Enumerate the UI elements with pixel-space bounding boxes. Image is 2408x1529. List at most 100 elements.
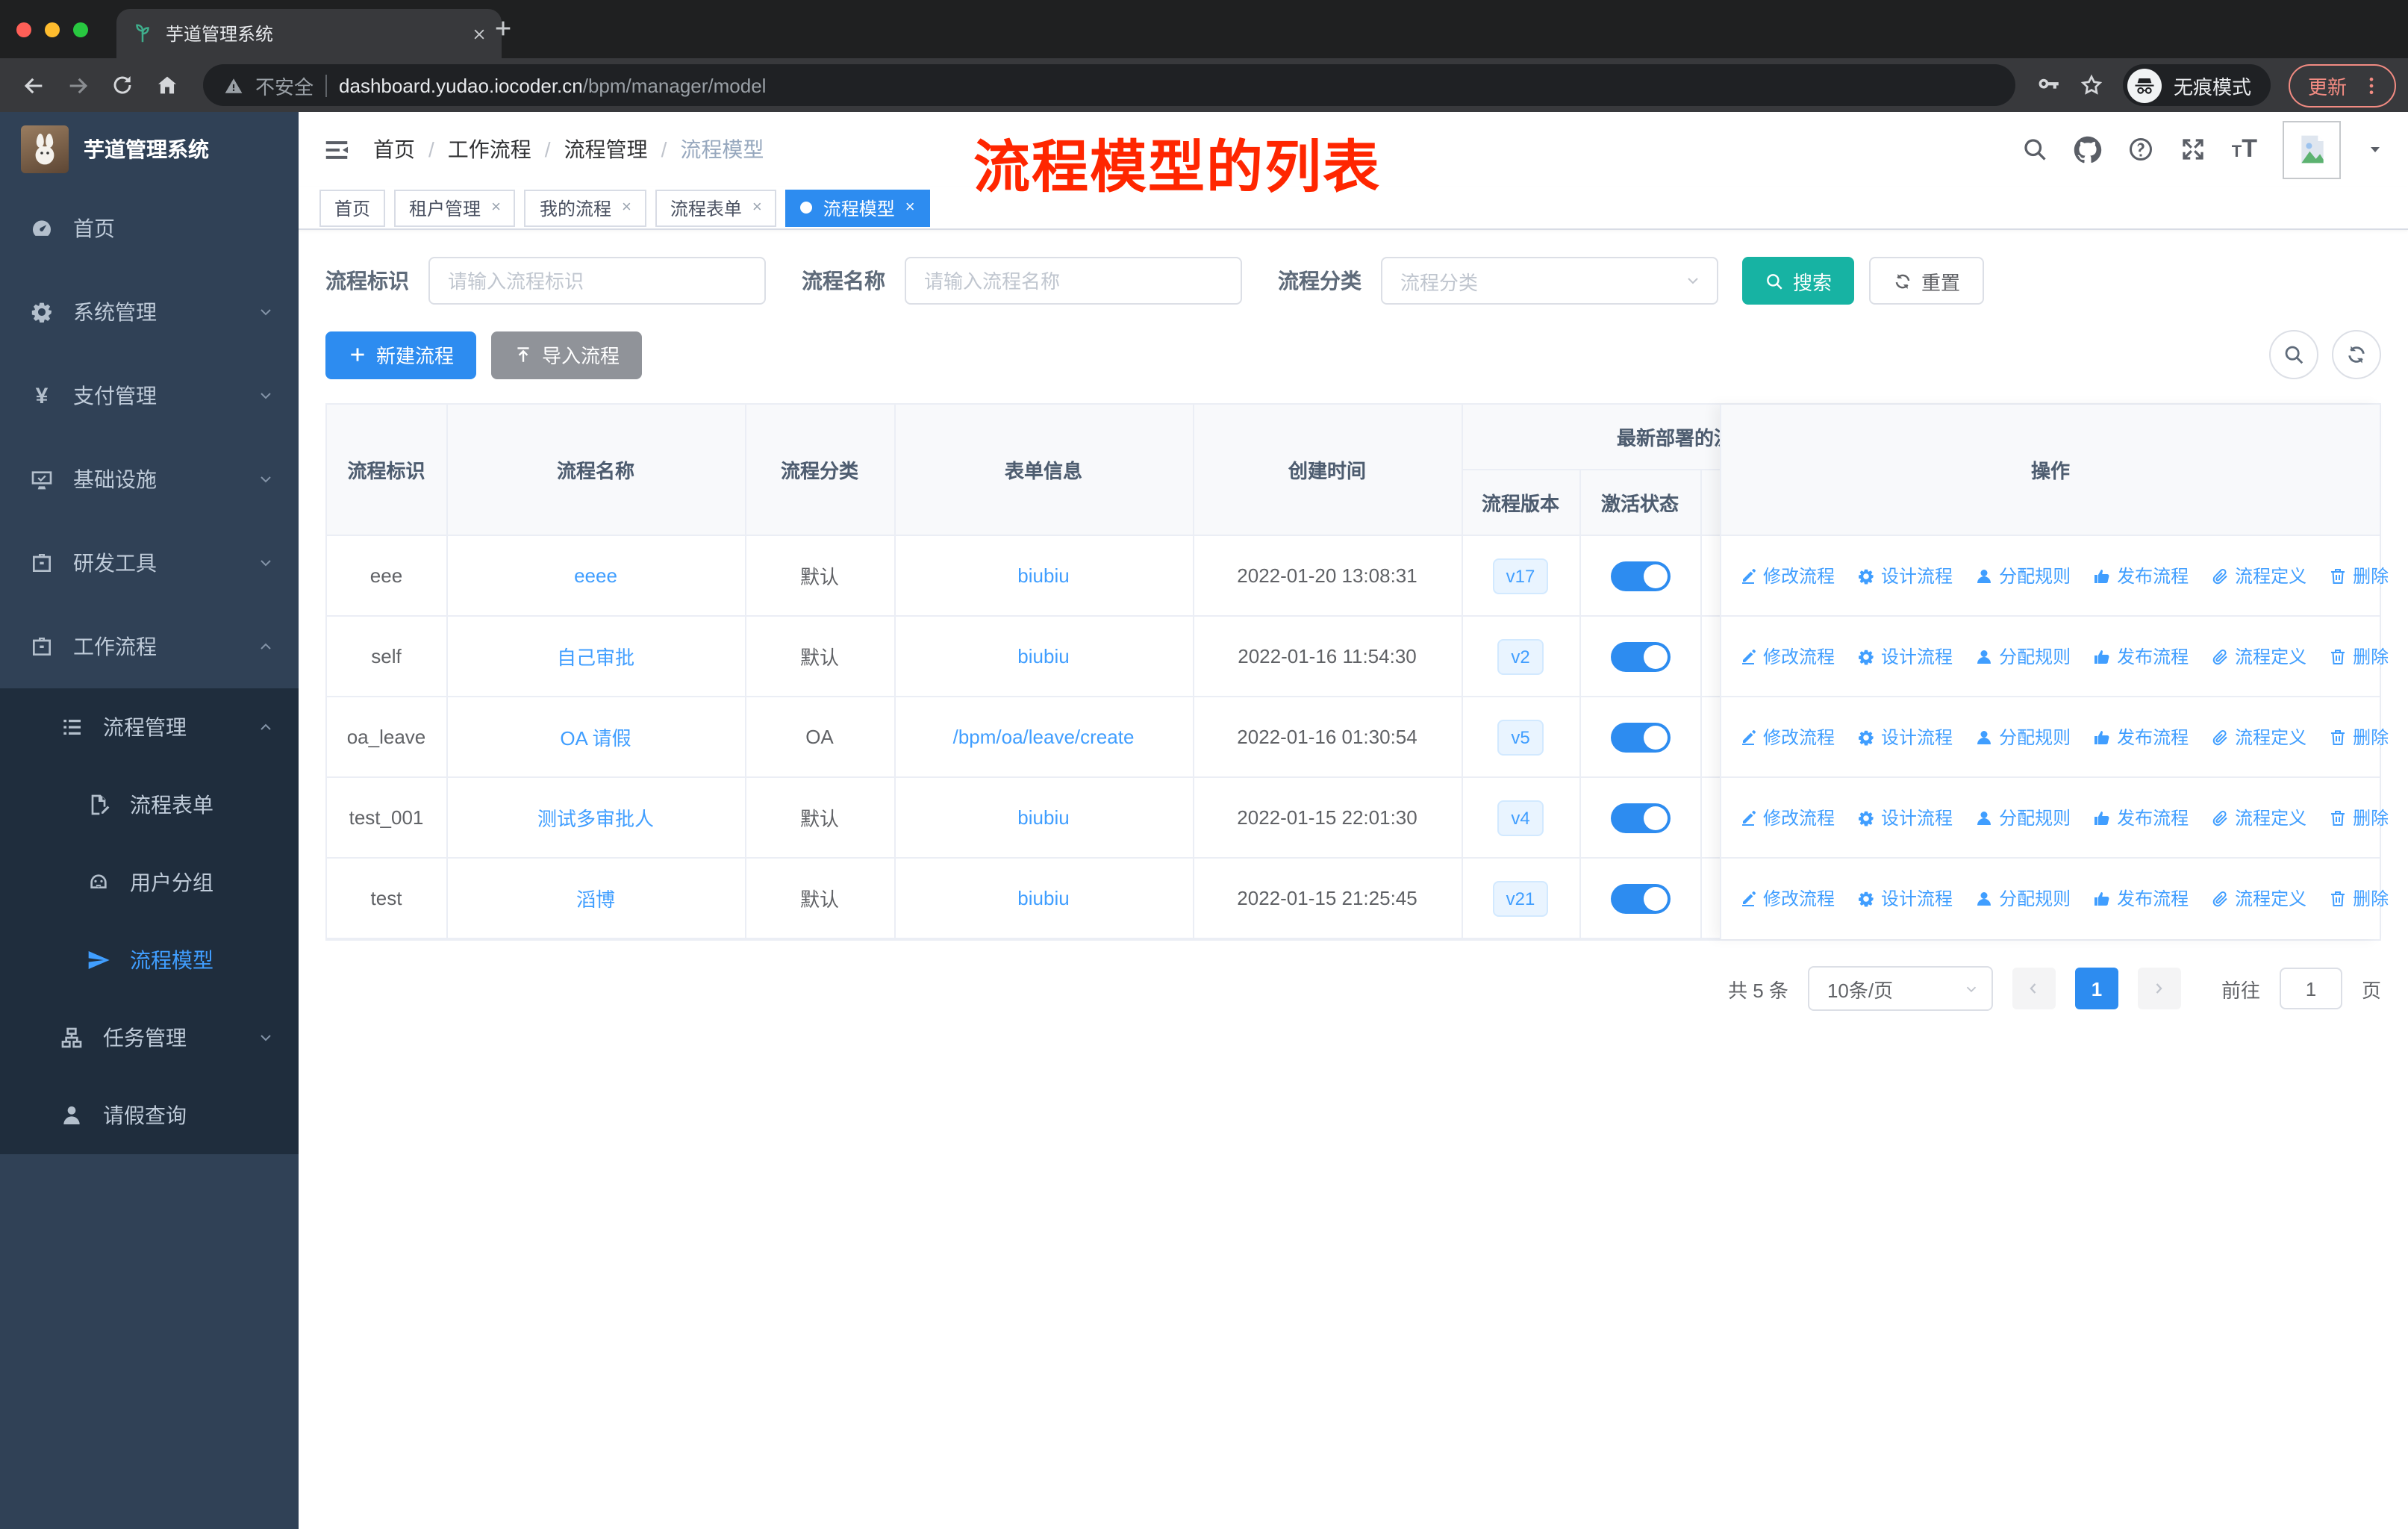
sidebar-item-task-management[interactable]: 任务管理 xyxy=(0,999,299,1077)
next-page-button[interactable] xyxy=(2137,968,2181,1009)
action-delete[interactable]: 删除 xyxy=(2329,644,2389,669)
sidebar-item-infra[interactable]: 基础设施 xyxy=(0,437,299,521)
avatar[interactable] xyxy=(2283,120,2341,178)
action-design-model[interactable]: 设计流程 xyxy=(1857,805,1953,830)
active-toggle[interactable] xyxy=(1610,722,1670,752)
sidebar-item-home[interactable]: 首页 xyxy=(0,187,299,270)
tag-process-form[interactable]: 流程表单 × xyxy=(655,189,777,226)
tag-close-icon[interactable]: × xyxy=(491,199,501,216)
active-toggle[interactable] xyxy=(1610,561,1670,591)
action-assign-rule[interactable]: 分配规则 xyxy=(1975,644,2071,669)
forward-icon[interactable] xyxy=(57,64,99,106)
action-process-definition[interactable]: 流程定义 xyxy=(2211,563,2306,588)
tag-my-process[interactable]: 我的流程 × xyxy=(524,189,646,226)
reset-button[interactable]: 重置 xyxy=(1869,257,1985,305)
new-tab-button[interactable] xyxy=(493,15,514,42)
action-delete[interactable]: 删除 xyxy=(2329,563,2389,588)
back-icon[interactable] xyxy=(12,64,54,106)
model-name-input[interactable] xyxy=(905,257,1242,305)
model-name-link[interactable]: OA 请假 xyxy=(560,727,631,750)
create-model-button[interactable]: 新建流程 xyxy=(325,331,477,379)
form-info-link[interactable]: /bpm/oa/leave/create xyxy=(953,726,1135,748)
breadcrumb-home[interactable]: 首页 xyxy=(373,134,415,164)
action-delete[interactable]: 删除 xyxy=(2329,885,2389,911)
action-publish-model[interactable]: 发布流程 xyxy=(2093,885,2189,911)
sidebar-item-system[interactable]: 系统管理 xyxy=(0,270,299,354)
active-toggle[interactable] xyxy=(1610,803,1670,832)
browser-tab[interactable]: 芋道管理系统 xyxy=(116,9,502,58)
avatar-caret-down-icon[interactable] xyxy=(2366,136,2384,163)
action-publish-model[interactable]: 发布流程 xyxy=(2093,563,2189,588)
action-design-model[interactable]: 设计流程 xyxy=(1857,724,1953,750)
github-icon[interactable] xyxy=(2074,135,2102,164)
category-select[interactable]: 流程分类 xyxy=(1381,257,1718,305)
action-design-model[interactable]: 设计流程 xyxy=(1857,885,1953,911)
home-icon[interactable] xyxy=(146,64,188,106)
model-name-link[interactable]: 滔博 xyxy=(576,888,615,911)
action-design-model[interactable]: 设计流程 xyxy=(1857,563,1953,588)
table-scroll-viewport[interactable]: 流程标识 流程名称 流程分类 表单信息 创建时间 最新部署的流程定义 流程版本 xyxy=(327,405,1720,939)
action-assign-rule[interactable]: 分配规则 xyxy=(1975,563,2071,588)
tag-close-icon[interactable]: × xyxy=(905,199,915,216)
action-assign-rule[interactable]: 分配规则 xyxy=(1975,885,2071,911)
tag-close-icon[interactable]: × xyxy=(752,199,762,216)
tag-tenant[interactable]: 租户管理 × xyxy=(394,189,516,226)
action-process-definition[interactable]: 流程定义 xyxy=(2211,805,2306,830)
sidebar-item-leave-query[interactable]: 请假查询 xyxy=(0,1077,299,1154)
browser-update-button[interactable]: 更新 xyxy=(2288,63,2396,107)
action-assign-rule[interactable]: 分配规则 xyxy=(1975,724,2071,750)
action-process-definition[interactable]: 流程定义 xyxy=(2211,644,2306,669)
model-name-link[interactable]: 测试多审批人 xyxy=(537,808,654,830)
action-assign-rule[interactable]: 分配规则 xyxy=(1975,805,2071,830)
close-window-button[interactable] xyxy=(16,22,31,37)
model-name-link[interactable]: 自己审批 xyxy=(557,647,634,669)
action-process-definition[interactable]: 流程定义 xyxy=(2211,885,2306,911)
sidebar-item-user-group[interactable]: 用户分组 xyxy=(0,844,299,921)
tag-close-icon[interactable]: × xyxy=(622,199,631,216)
tag-process-model[interactable]: 流程模型 × xyxy=(785,189,930,226)
action-publish-model[interactable]: 发布流程 xyxy=(2093,805,2189,830)
action-process-definition[interactable]: 流程定义 xyxy=(2211,724,2306,750)
address-bar[interactable]: 不安全 dashboard.yudao.iocoder.cn/bpm/manag… xyxy=(203,64,2015,106)
model-name-link[interactable]: eeee xyxy=(574,564,617,587)
form-info-link[interactable]: biubiu xyxy=(1017,645,1069,667)
goto-page-input[interactable] xyxy=(2279,968,2342,1009)
action-modify-model[interactable]: 修改流程 xyxy=(1739,724,1835,750)
action-modify-model[interactable]: 修改流程 xyxy=(1739,885,1835,911)
action-delete[interactable]: 删除 xyxy=(2329,724,2389,750)
search-icon[interactable] xyxy=(2021,136,2048,163)
page-number-current[interactable]: 1 xyxy=(2074,968,2118,1009)
action-design-model[interactable]: 设计流程 xyxy=(1857,644,1953,669)
tag-home[interactable]: 首页 xyxy=(319,189,386,226)
sidebar-item-devtools[interactable]: 研发工具 xyxy=(0,521,299,605)
import-model-button[interactable]: 导入流程 xyxy=(491,331,643,379)
action-publish-model[interactable]: 发布流程 xyxy=(2093,644,2189,669)
sidebar-item-payment[interactable]: ¥ 支付管理 xyxy=(0,354,299,437)
action-modify-model[interactable]: 修改流程 xyxy=(1739,644,1835,669)
action-modify-model[interactable]: 修改流程 xyxy=(1739,563,1835,588)
sidebar-item-workflow[interactable]: 工作流程 xyxy=(0,605,299,688)
sidebar-collapse-icon[interactable] xyxy=(322,135,351,164)
breadcrumb-process-management[interactable]: 流程管理 xyxy=(531,134,648,164)
reload-icon[interactable] xyxy=(102,64,143,106)
refresh-table-button[interactable] xyxy=(2332,330,2381,379)
minimize-window-button[interactable] xyxy=(45,22,60,37)
browser-menu-kebab-icon[interactable] xyxy=(2360,74,2383,96)
window-controls[interactable] xyxy=(16,22,88,37)
font-size-icon[interactable]: TT xyxy=(2232,134,2257,164)
sidebar-item-process-model[interactable]: 流程模型 xyxy=(0,921,299,999)
password-key-icon[interactable] xyxy=(2030,66,2069,105)
prev-page-button[interactable] xyxy=(2012,968,2056,1009)
form-info-link[interactable]: biubiu xyxy=(1017,564,1069,587)
fullscreen-icon[interactable] xyxy=(2180,136,2206,163)
active-toggle[interactable] xyxy=(1610,641,1670,671)
active-toggle[interactable] xyxy=(1610,883,1670,913)
form-info-link[interactable]: biubiu xyxy=(1017,887,1069,909)
action-publish-model[interactable]: 发布流程 xyxy=(2093,724,2189,750)
search-button[interactable]: 搜索 xyxy=(1742,257,1855,305)
action-modify-model[interactable]: 修改流程 xyxy=(1739,805,1835,830)
page-size-select[interactable]: 10条/页 xyxy=(1807,966,1993,1011)
breadcrumb-workflow[interactable]: 工作流程 xyxy=(415,134,531,164)
action-delete[interactable]: 删除 xyxy=(2329,805,2389,830)
sidebar-item-process-management[interactable]: 流程管理 xyxy=(0,688,299,766)
